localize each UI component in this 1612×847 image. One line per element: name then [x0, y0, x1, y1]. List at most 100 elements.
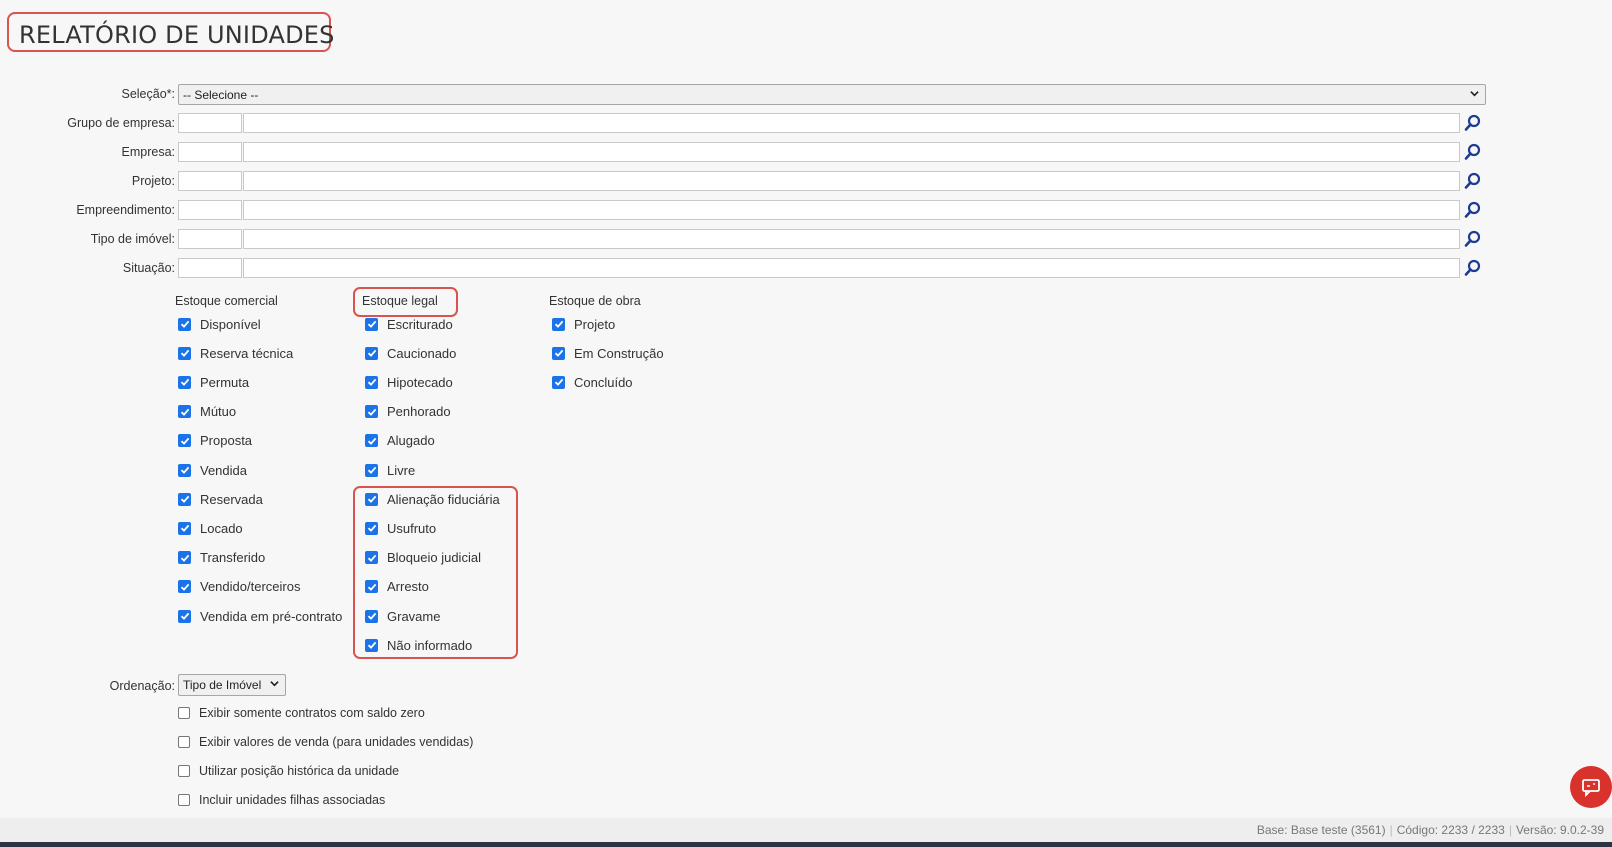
filter-label: Grupo de empresa:	[67, 116, 175, 130]
estoque-legal-item[interactable]: Arresto	[365, 577, 429, 597]
checkbox-label: Projeto	[574, 316, 616, 332]
report-option[interactable]: Exibir valores de venda (para unidades v…	[178, 732, 473, 752]
ordenacao-select[interactable]: Tipo de Imóvel	[178, 674, 286, 696]
selecao-value: -- Selecione --	[183, 88, 259, 102]
checkbox-checked[interactable]	[365, 375, 378, 389]
checkbox-unchecked[interactable]	[178, 765, 190, 777]
estoque-comercial-item[interactable]: Reserva técnica	[178, 343, 293, 363]
estoque-comercial-item[interactable]: Vendido/terceiros	[178, 577, 300, 597]
filter-description-input[interactable]	[243, 258, 1460, 278]
checkbox-checked[interactable]	[178, 492, 191, 506]
filter-row: Tipo de imóvel:	[0, 229, 1500, 251]
checkbox-checked[interactable]	[178, 375, 191, 389]
filter-description-input[interactable]	[243, 171, 1460, 191]
checkbox-label: Em Construção	[574, 345, 664, 361]
report-option[interactable]: Utilizar posição histórica da unidade	[178, 761, 399, 781]
footer-info: Base: Base teste (3561) | Código: 2233 / 2…	[1256, 823, 1604, 837]
checkbox-label: Não informado	[387, 637, 473, 653]
search-icon[interactable]	[1464, 201, 1482, 219]
checkbox-unchecked[interactable]	[178, 707, 190, 719]
estoque-legal-item[interactable]: Alugado	[365, 431, 435, 451]
checkbox-checked[interactable]	[365, 551, 378, 565]
estoque-legal-item[interactable]: Alienação fiduciária	[365, 489, 500, 509]
search-icon[interactable]	[1464, 114, 1482, 132]
checkbox-checked[interactable]	[365, 405, 378, 419]
estoque-legal-item[interactable]: Penhorado	[365, 402, 451, 422]
chat-button[interactable]	[1570, 766, 1612, 808]
checkbox-checked[interactable]	[365, 434, 378, 448]
estoque-legal-item[interactable]: Gravame	[365, 606, 440, 626]
filter-row: Situação:	[0, 258, 1500, 280]
checkbox-checked[interactable]	[365, 609, 378, 623]
estoque-legal-item[interactable]: Livre	[365, 460, 415, 480]
estoque-legal-group-highlight	[353, 486, 518, 659]
filter-code-input[interactable]	[178, 142, 242, 162]
estoque-obra-item[interactable]: Em Construção	[552, 343, 664, 363]
checkbox-checked[interactable]	[552, 375, 565, 389]
checkbox-checked[interactable]	[178, 463, 191, 477]
filter-code-input[interactable]	[178, 171, 242, 191]
filter-code-input[interactable]	[178, 229, 242, 249]
estoque-comercial-item[interactable]: Transferido	[178, 548, 265, 568]
estoque-comercial-item[interactable]: Mútuo	[178, 402, 236, 422]
search-icon[interactable]	[1464, 230, 1482, 248]
filter-description-input[interactable]	[243, 229, 1460, 249]
footer: Base: Base teste (3561) | Código: 2233 / 2…	[0, 818, 1612, 842]
filter-description-input[interactable]	[243, 200, 1460, 220]
checkbox-checked[interactable]	[552, 317, 565, 331]
report-option[interactable]: Incluir unidades filhas associadas	[178, 790, 385, 810]
checkbox-unchecked[interactable]	[178, 794, 190, 806]
checkbox-label: Penhorado	[387, 404, 451, 420]
filter-code-input[interactable]	[178, 113, 242, 133]
checkbox-checked[interactable]	[365, 346, 378, 360]
checkbox-checked[interactable]	[178, 609, 191, 623]
estoque-obra-item[interactable]: Projeto	[552, 314, 615, 334]
checkbox-checked[interactable]	[178, 551, 191, 565]
estoque-comercial-item[interactable]: Proposta	[178, 431, 252, 451]
filter-label: Tipo de imóvel:	[90, 232, 175, 246]
search-icon[interactable]	[1464, 172, 1482, 190]
checkbox-checked[interactable]	[552, 346, 565, 360]
report-option[interactable]: Exibir somente contratos com saldo zero	[178, 703, 425, 723]
checkbox-checked[interactable]	[365, 492, 378, 506]
selecao-select[interactable]: -- Selecione --	[178, 84, 1486, 105]
checkbox-label: Permuta	[200, 374, 250, 390]
checkbox-checked[interactable]	[365, 317, 378, 331]
filter-code-input[interactable]	[178, 200, 242, 220]
estoque-legal-item[interactable]: Escriturado	[365, 314, 453, 334]
estoque-obra-item[interactable]: Concluído	[552, 372, 633, 392]
estoque-comercial-item[interactable]: Disponível	[178, 314, 261, 334]
checkbox-checked[interactable]	[365, 521, 378, 535]
checkbox-checked[interactable]	[365, 638, 378, 652]
checkbox-checked[interactable]	[178, 317, 191, 331]
filter-row: Grupo de empresa:	[0, 113, 1500, 135]
search-icon[interactable]	[1464, 143, 1482, 161]
checkbox-label: Hipotecado	[387, 374, 453, 390]
checkbox-checked[interactable]	[178, 405, 191, 419]
estoque-legal-item[interactable]: Não informado	[365, 635, 472, 655]
checkbox-checked[interactable]	[365, 463, 378, 477]
filter-description-input[interactable]	[243, 142, 1460, 162]
filter-code-input[interactable]	[178, 258, 242, 278]
checkbox-checked[interactable]	[178, 580, 191, 594]
filter-description-input[interactable]	[243, 113, 1460, 133]
checkbox-unchecked[interactable]	[178, 736, 190, 748]
estoque-legal-item[interactable]: Hipotecado	[365, 372, 453, 392]
estoque-comercial-item[interactable]: Vendida	[178, 460, 247, 480]
checkbox-label: Disponível	[200, 316, 261, 332]
checkbox-label: Alienação fiduciária	[387, 491, 500, 507]
estoque-legal-item[interactable]: Usufruto	[365, 518, 436, 538]
checkbox-checked[interactable]	[178, 346, 191, 360]
checkbox-label: Caucionado	[387, 345, 457, 361]
estoque-comercial-item[interactable]: Vendida em pré-contrato	[178, 606, 342, 626]
estoque-legal-item[interactable]: Caucionado	[365, 343, 456, 363]
search-icon[interactable]	[1464, 259, 1482, 277]
checkbox-checked[interactable]	[365, 580, 378, 594]
checkbox-checked[interactable]	[178, 521, 191, 535]
checkbox-checked[interactable]	[178, 434, 191, 448]
estoque-comercial-item[interactable]: Locado	[178, 518, 243, 538]
estoque-legal-item[interactable]: Bloqueio judicial	[365, 548, 481, 568]
estoque-comercial-item[interactable]: Permuta	[178, 372, 249, 392]
estoque-comercial-item[interactable]: Reservada	[178, 489, 263, 509]
checkbox-label: Bloqueio judicial	[387, 550, 481, 566]
